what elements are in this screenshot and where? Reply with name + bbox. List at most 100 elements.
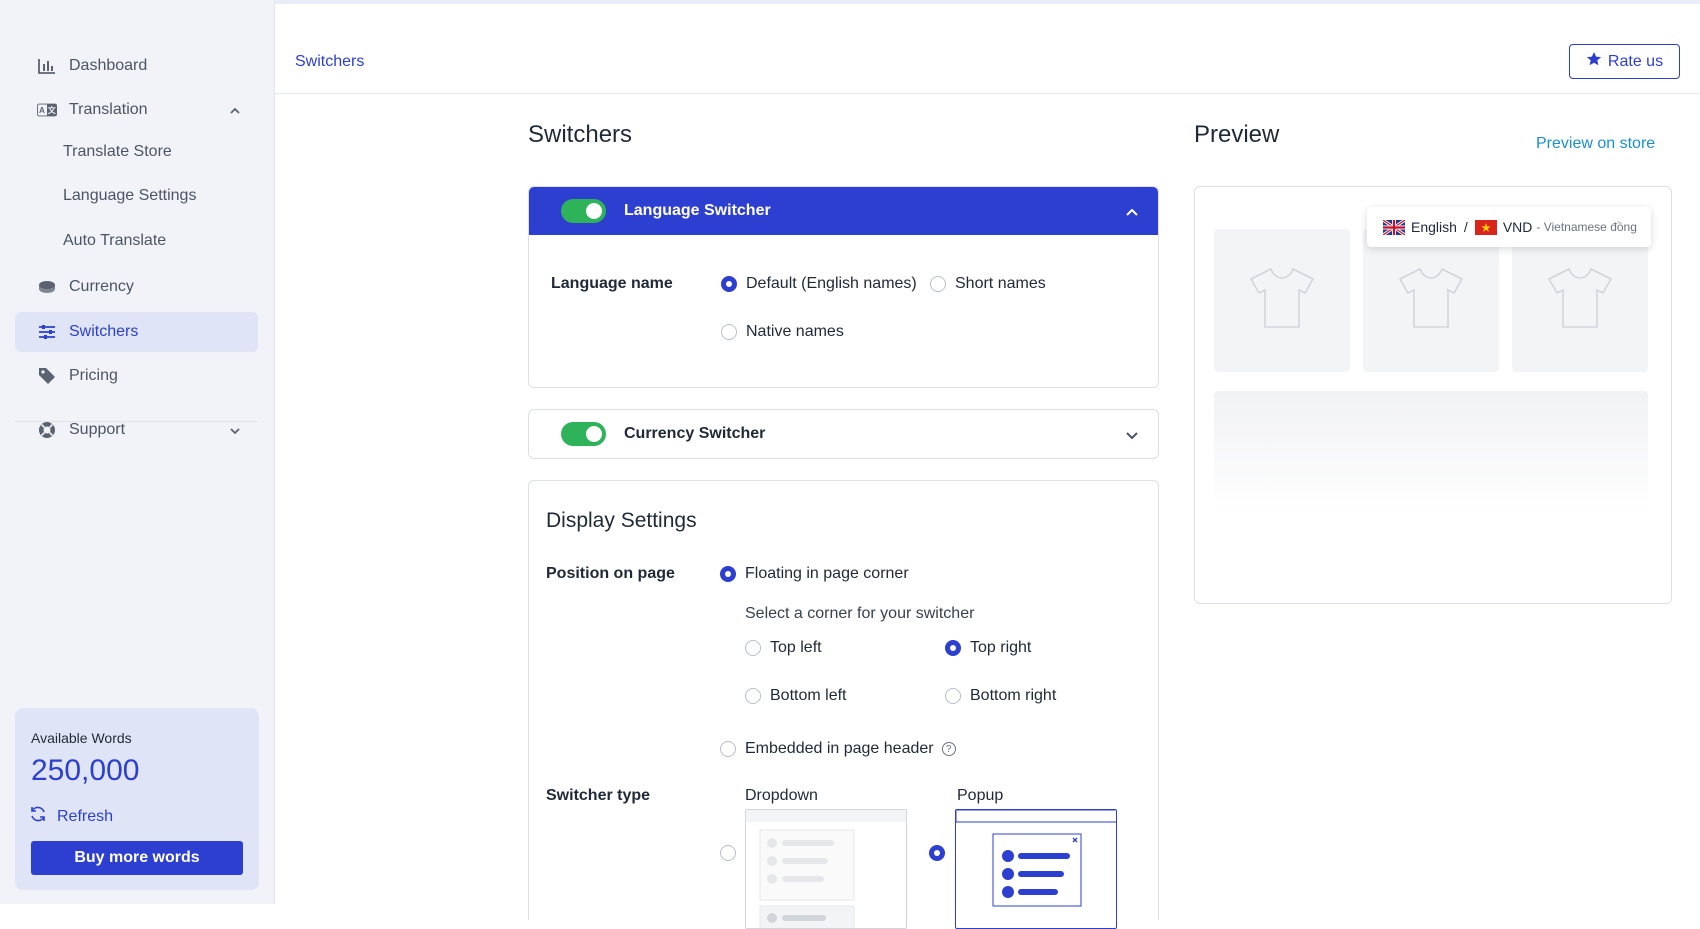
refresh-icon xyxy=(29,805,47,828)
radio-embedded-header[interactable]: Embedded in page header ? xyxy=(720,740,956,758)
lifebuoy-icon xyxy=(37,420,57,440)
position-on-page-label: Position on page xyxy=(546,565,675,582)
breadcrumb[interactable]: Switchers xyxy=(295,53,364,71)
vietnam-flag-icon xyxy=(1474,219,1497,235)
bar-chart-icon xyxy=(37,56,57,76)
uk-flag-icon xyxy=(1382,218,1406,236)
sidebar-item-label: Currency xyxy=(69,278,134,295)
radio-dot xyxy=(720,566,736,582)
language-switcher-header[interactable]: Language Switcher xyxy=(529,187,1158,235)
top-bar: Switchers Rate us xyxy=(275,0,1700,94)
rate-us-button[interactable]: Rate us xyxy=(1569,44,1680,79)
preview-currency-code: VND xyxy=(1502,219,1533,235)
sidebar-item-label: Translation xyxy=(69,101,148,118)
display-settings-title: Display Settings xyxy=(546,509,697,532)
chevron-up-icon xyxy=(230,103,240,117)
currency-switcher-panel: Currency Switcher xyxy=(528,409,1159,459)
sliders-icon xyxy=(37,322,57,342)
language-name-label: Language name xyxy=(551,275,673,292)
radio-label: Short names xyxy=(955,275,1046,292)
sidebar-item-label: Dashboard xyxy=(69,57,148,74)
corner-hint: Select a corner for your switcher xyxy=(745,605,975,622)
preview-box: English / VND - Vietnamese đồng xyxy=(1194,186,1672,604)
refresh-label: Refresh xyxy=(57,807,114,825)
radio-short-names[interactable]: Short names xyxy=(930,275,1046,293)
language-switcher-panel: Language Switcher Language name Default … xyxy=(528,186,1159,388)
page-title: Switchers xyxy=(528,121,633,148)
sidebar-item-translation[interactable]: A文 Translation xyxy=(15,90,258,130)
chevron-down-icon xyxy=(230,423,240,437)
svg-text:A: A xyxy=(39,106,45,115)
radio-label: Floating in page corner xyxy=(745,565,909,582)
sidebar-item-dashboard[interactable]: Dashboard xyxy=(15,46,258,86)
tshirt-icon xyxy=(1249,267,1315,334)
preview-currency-name: - Vietnamese đồng xyxy=(1536,220,1637,234)
radio-default-english-names[interactable]: Default (English names) xyxy=(721,275,917,293)
rate-us-label: Rate us xyxy=(1607,52,1664,70)
switcher-preview[interactable]: English / VND - Vietnamese đồng xyxy=(1367,207,1651,247)
preview-language: English xyxy=(1411,219,1457,235)
sidebar-item-switchers[interactable]: Switchers xyxy=(15,312,258,352)
sidebar: Dashboard A文 Translation Translate Store… xyxy=(0,0,275,904)
svg-text:文: 文 xyxy=(48,105,57,115)
switcher-type-label: Switcher type xyxy=(546,787,651,804)
currency-switcher-toggle[interactable] xyxy=(561,422,606,446)
radio-dot xyxy=(720,845,736,861)
radio-native-names[interactable]: Native names xyxy=(721,323,844,341)
help-icon[interactable]: ? xyxy=(941,742,956,756)
buy-more-words-button[interactable]: Buy more words xyxy=(31,841,243,875)
tshirt-icon xyxy=(1398,267,1464,334)
radio-label: Embedded in page header xyxy=(745,740,934,757)
radio-type-dropdown[interactable] xyxy=(720,845,745,861)
radio-label: Native names xyxy=(746,323,844,340)
radio-bottom-right[interactable]: Bottom right xyxy=(945,687,1056,705)
sidebar-item-label: Switchers xyxy=(69,323,139,340)
language-switcher-title: Language Switcher xyxy=(624,202,771,219)
refresh-button[interactable]: Refresh xyxy=(29,805,113,828)
radio-dot xyxy=(721,276,737,292)
product-placeholder xyxy=(1363,229,1499,372)
sidebar-item-label: Pricing xyxy=(69,367,118,384)
sidebar-item-translate-store[interactable]: Translate Store xyxy=(63,143,172,161)
sidebar-item-label: Support xyxy=(69,421,126,438)
radio-floating-corner[interactable]: Floating in page corner xyxy=(720,565,909,583)
tag-icon xyxy=(37,366,57,386)
coins-icon xyxy=(37,277,57,297)
tshirt-icon xyxy=(1547,267,1613,334)
type-dropdown-label: Dropdown xyxy=(745,787,818,804)
language-switcher-toggle[interactable] xyxy=(561,199,606,223)
radio-type-popup[interactable] xyxy=(929,845,954,861)
radio-bottom-left[interactable]: Bottom left xyxy=(745,687,846,705)
popup-type-preview[interactable] xyxy=(955,809,1117,929)
available-words-label: Available Words xyxy=(31,730,132,746)
radio-label: Top right xyxy=(970,639,1032,656)
radio-label: Top left xyxy=(770,639,822,656)
sidebar-item-support[interactable]: Support xyxy=(15,410,258,450)
radio-dot xyxy=(745,640,761,656)
sidebar-item-currency[interactable]: Currency xyxy=(15,267,258,307)
radio-dot xyxy=(930,276,946,292)
radio-dot xyxy=(945,688,961,704)
product-placeholder xyxy=(1214,229,1350,372)
preview-on-store-link[interactable]: Preview on store xyxy=(1536,135,1655,153)
currency-switcher-header[interactable]: Currency Switcher xyxy=(529,410,1158,458)
type-popup-label: Popup xyxy=(957,787,1004,804)
translate-icon: A文 xyxy=(37,100,57,120)
chevron-down-icon xyxy=(1126,426,1138,442)
sidebar-item-pricing[interactable]: Pricing xyxy=(15,356,258,396)
available-words-count: 250,000 xyxy=(31,754,140,787)
product-placeholder xyxy=(1512,229,1648,372)
dropdown-type-preview[interactable] xyxy=(745,809,907,929)
radio-top-left[interactable]: Top left xyxy=(745,639,822,657)
radio-label: Default (English names) xyxy=(746,275,917,292)
sidebar-item-auto-translate[interactable]: Auto Translate xyxy=(63,232,166,250)
display-settings-panel: Display Settings Position on page Floati… xyxy=(528,480,1159,929)
radio-label: Bottom right xyxy=(970,687,1057,704)
available-words-card: Available Words 250,000 Refresh Buy more… xyxy=(15,708,259,890)
sidebar-item-language-settings[interactable]: Language Settings xyxy=(63,187,196,205)
chevron-up-icon xyxy=(1126,203,1138,219)
radio-top-right[interactable]: Top right xyxy=(945,639,1031,657)
radio-dot xyxy=(745,688,761,704)
radio-dot xyxy=(721,324,737,340)
radio-dot xyxy=(945,640,961,656)
